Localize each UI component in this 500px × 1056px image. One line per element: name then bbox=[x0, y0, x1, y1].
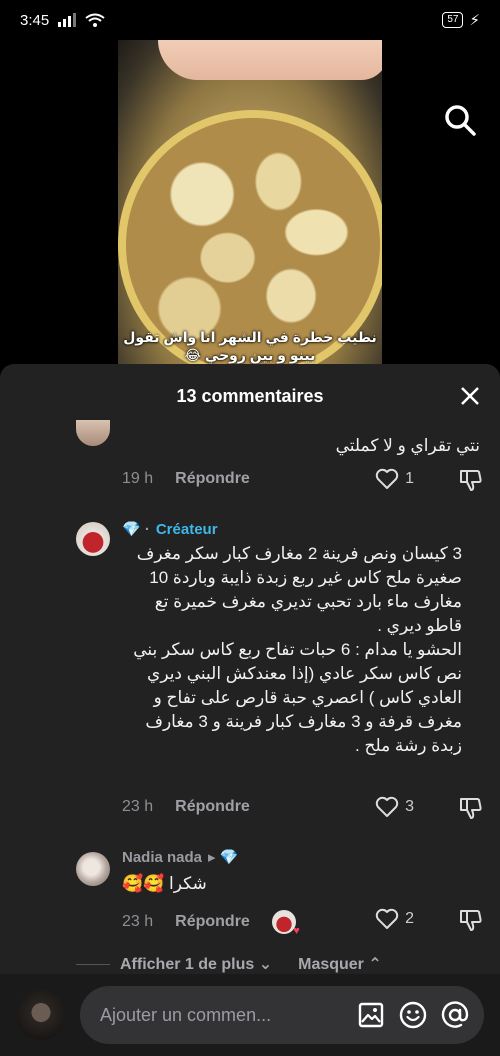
hand-image bbox=[158, 40, 382, 80]
status-time: 3:45 bbox=[20, 11, 50, 29]
video-player[interactable]: نطيب خطرة في الشهر انا واش تقول بينو و ب… bbox=[0, 40, 500, 370]
avatar[interactable] bbox=[76, 420, 110, 446]
reply-button[interactable]: Répondre bbox=[175, 913, 250, 931]
show-more-replies-button[interactable]: Afficher 1 de plus ⌄ bbox=[120, 954, 272, 974]
comments-count-title: 13 commentaires bbox=[176, 385, 324, 406]
like-button[interactable]: 1 bbox=[375, 468, 414, 490]
like-button[interactable]: 2 bbox=[375, 908, 414, 930]
image-icon[interactable] bbox=[354, 998, 388, 1032]
like-count: 1 bbox=[405, 470, 414, 487]
comment-text: شكرا 🥰🥰 bbox=[122, 872, 480, 896]
dislike-icon[interactable] bbox=[458, 468, 484, 492]
close-icon[interactable] bbox=[458, 384, 482, 408]
signal-icon bbox=[58, 13, 77, 27]
author-name[interactable]: Nadia nada bbox=[122, 849, 202, 866]
small-heart-icon: ♥ bbox=[293, 925, 300, 937]
comment-author: Nadia nada ▸ 💎 bbox=[122, 848, 480, 867]
reply-button[interactable]: Répondre bbox=[175, 798, 250, 816]
wifi-icon bbox=[85, 13, 105, 27]
comment-text: 3 كيسان ونص فرينة 2 مغارف كبار سكر مغرف … bbox=[133, 544, 462, 755]
charging-icon: ⚡ bbox=[469, 12, 480, 29]
comment-text-inner: شكرا 🥰🥰 bbox=[122, 874, 207, 893]
heart-icon bbox=[375, 468, 399, 489]
hide-replies-button[interactable]: Masquer ⌃ bbox=[298, 954, 382, 974]
reply-button[interactable]: Répondre bbox=[175, 470, 250, 488]
replies-controls: Afficher 1 de plus ⌄ Masquer ⌃ bbox=[120, 954, 382, 974]
mention-icon[interactable] bbox=[438, 998, 472, 1032]
battery-indicator: 57 bbox=[442, 12, 464, 28]
avatar[interactable] bbox=[76, 522, 110, 556]
comment-time: 23 h bbox=[122, 798, 154, 815]
comment-input[interactable] bbox=[100, 1004, 346, 1026]
dislike-icon[interactable] bbox=[458, 796, 484, 820]
current-user-avatar bbox=[16, 990, 66, 1040]
comment-time: 23 h bbox=[122, 913, 154, 930]
emoji-icon[interactable] bbox=[396, 998, 430, 1032]
like-count: 3 bbox=[405, 798, 414, 815]
video-frame bbox=[118, 40, 382, 370]
heart-icon bbox=[375, 796, 399, 817]
video-caption: نطيب خطرة في الشهر انا واش تقول بينو و ب… bbox=[123, 329, 377, 363]
thread-divider bbox=[76, 964, 110, 965]
heart-icon bbox=[375, 908, 399, 929]
dislike-icon[interactable] bbox=[458, 908, 484, 932]
avatar[interactable] bbox=[76, 852, 110, 886]
like-count: 2 bbox=[405, 910, 414, 927]
author-badges: ▸ 💎 bbox=[208, 849, 239, 866]
comment-input-bar bbox=[0, 974, 500, 1056]
diamond-badge-icon: 💎 · bbox=[122, 521, 150, 538]
comments-sheet: 13 commentaires نتي تقراي و لا كملتي 19 … bbox=[0, 364, 500, 1056]
status-bar: 3:45 57 ⚡ bbox=[0, 0, 500, 40]
search-icon[interactable] bbox=[442, 102, 478, 138]
comment-author: 💎 · Créateur bbox=[122, 520, 480, 539]
comment-time: 19 h bbox=[122, 470, 154, 487]
comment-input-box[interactable] bbox=[80, 986, 484, 1044]
creator-label: Créateur bbox=[155, 520, 218, 538]
like-button[interactable]: 3 bbox=[375, 796, 414, 818]
sheet-header: 13 commentaires bbox=[0, 364, 500, 428]
comment-text: نتي تقراي و لا كملتي bbox=[335, 436, 480, 455]
creator-liked-avatar: ♥ bbox=[271, 910, 300, 937]
